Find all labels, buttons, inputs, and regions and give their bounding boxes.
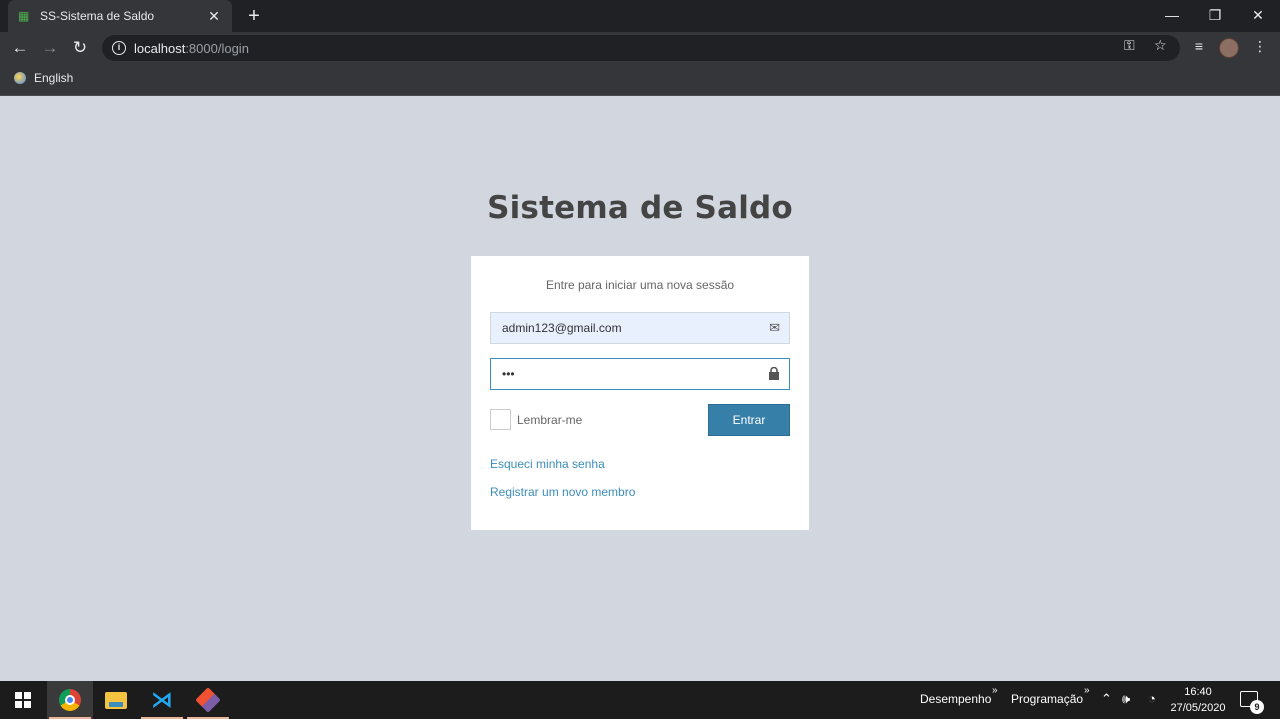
- page-title: Sistema de Saldo: [487, 190, 793, 226]
- taskbar: ⋊ Desempenho » Programação » ⌃ 🕪 ◔ 16:40…: [0, 681, 1280, 719]
- forward-button[interactable]: →: [40, 38, 60, 58]
- bookmark-english[interactable]: English: [14, 71, 73, 85]
- back-button[interactable]: ←: [10, 38, 30, 58]
- login-box: Entre para iniciar uma nova sessão ✉ Lem…: [471, 256, 809, 530]
- toolbar-desempenho[interactable]: Desempenho: [920, 692, 991, 706]
- chevron-icon[interactable]: »: [992, 685, 998, 696]
- email-input[interactable]: [502, 321, 752, 335]
- profile-avatar[interactable]: [1219, 38, 1239, 58]
- restore-button[interactable]: ❐: [1193, 0, 1237, 32]
- git-icon: [195, 687, 221, 713]
- tab-close-icon[interactable]: ✕: [206, 8, 222, 25]
- wifi-icon[interactable]: ◔: [1148, 691, 1156, 706]
- media-queue-icon[interactable]: ≡: [1189, 38, 1209, 54]
- envelope-icon: ✉: [769, 320, 780, 335]
- toolbar-programacao[interactable]: Programação: [1011, 692, 1083, 706]
- taskbar-explorer[interactable]: [93, 681, 139, 719]
- globe-icon: [14, 72, 26, 84]
- favicon-icon: ▦: [18, 9, 30, 23]
- bookmark-label: English: [34, 71, 74, 85]
- remember-me[interactable]: Lembrar-me: [490, 409, 582, 430]
- taskbar-vscode[interactable]: ⋊: [139, 681, 185, 719]
- notification-badge: 9: [1250, 700, 1264, 714]
- clock[interactable]: 16:40 27/05/2020: [1168, 684, 1228, 716]
- star-icon[interactable]: ☆: [1154, 37, 1167, 54]
- browser-toolbar: ← → ↻ i localhost:8000/login ⚿ ☆ ≡ ⋮: [0, 32, 1280, 64]
- browser-tabstrip: ▦ SS-Sistema de Saldo ✕ + — ❐ ✕: [0, 0, 1280, 32]
- clock-time: 16:40: [1184, 686, 1212, 698]
- taskbar-git[interactable]: [185, 681, 231, 719]
- tray-expand-icon[interactable]: ⌃: [1101, 691, 1112, 707]
- email-field[interactable]: ✉: [490, 312, 790, 344]
- windows-icon: [15, 692, 31, 708]
- folder-icon: [105, 691, 127, 709]
- url-path: :8000/login: [185, 40, 249, 56]
- vscode-icon: ⋊: [151, 687, 173, 712]
- remember-checkbox[interactable]: [490, 409, 511, 430]
- menu-dots-icon[interactable]: ⋮: [1250, 38, 1270, 55]
- register-link[interactable]: Registrar um novo membro: [490, 485, 635, 499]
- address-bar[interactable]: i localhost:8000/login ⚿ ☆: [102, 35, 1180, 61]
- start-button[interactable]: [0, 681, 46, 719]
- new-tab-button[interactable]: +: [244, 5, 264, 27]
- clock-date: 27/05/2020: [1170, 702, 1226, 714]
- lock-icon: [768, 366, 780, 383]
- submit-button[interactable]: Entrar: [708, 404, 790, 436]
- login-page: Sistema de Saldo Entre para iniciar uma …: [0, 96, 1280, 681]
- password-input[interactable]: [502, 367, 752, 381]
- browser-tab[interactable]: ▦ SS-Sistema de Saldo ✕: [8, 0, 232, 32]
- minimize-button[interactable]: —: [1150, 0, 1194, 32]
- chrome-icon: [59, 689, 81, 711]
- url-host: localhost: [134, 40, 186, 56]
- chevron-icon[interactable]: »: [1084, 685, 1090, 696]
- password-field[interactable]: [490, 358, 790, 390]
- forgot-password-link[interactable]: Esqueci minha senha: [490, 457, 605, 471]
- login-box-message: Entre para iniciar uma nova sessão: [545, 278, 735, 292]
- close-window-button[interactable]: ✕: [1236, 0, 1280, 32]
- site-info-icon[interactable]: i: [112, 41, 126, 55]
- tab-title: SS-Sistema de Saldo: [40, 9, 155, 23]
- taskbar-chrome[interactable]: [47, 681, 93, 719]
- key-icon[interactable]: ⚿: [1124, 37, 1135, 54]
- volume-icon[interactable]: 🕪: [1122, 691, 1130, 707]
- reload-button[interactable]: ↻: [70, 38, 90, 58]
- bookmarks-bar: English: [0, 64, 1280, 96]
- remember-label: Lembrar-me: [517, 412, 583, 427]
